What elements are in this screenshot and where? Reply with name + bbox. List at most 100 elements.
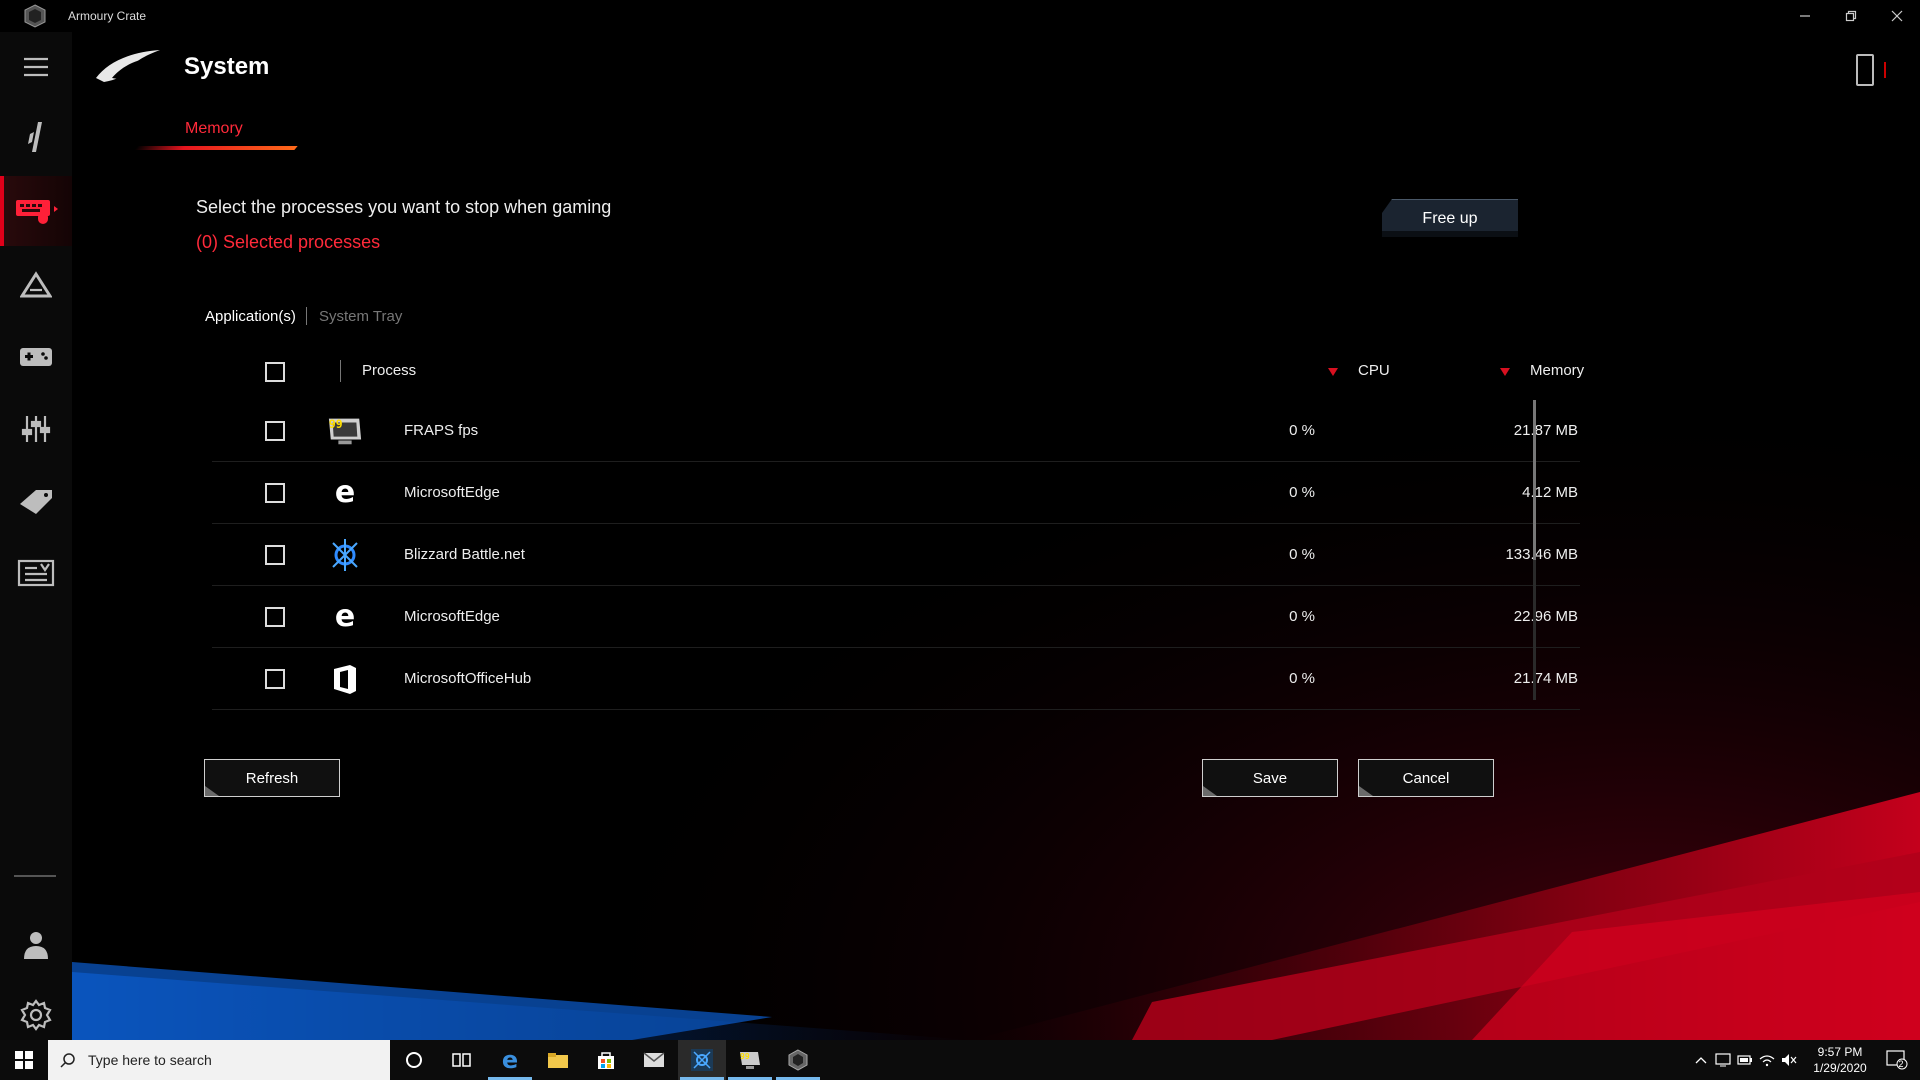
nav-user[interactable] <box>0 910 72 980</box>
subtab-divider <box>306 307 307 325</box>
device-indicator <box>1884 62 1886 78</box>
search-placeholder: Type here to search <box>88 1052 212 1068</box>
row-checkbox[interactable] <box>265 545 285 565</box>
taskbar-store[interactable] <box>582 1040 630 1080</box>
keyboard-icon <box>16 200 58 224</box>
process-memory: 21.87 MB <box>1513 422 1578 439</box>
nav-news[interactable] <box>0 538 72 608</box>
taskbar-fraps[interactable]: 99 <box>726 1040 774 1080</box>
restore-button[interactable] <box>1828 0 1874 32</box>
tray-volume[interactable] <box>1778 1040 1800 1080</box>
minimize-button[interactable] <box>1782 0 1828 32</box>
newspaper-icon <box>17 559 55 587</box>
cancel-button[interactable]: Cancel <box>1358 759 1494 797</box>
device-icon[interactable] <box>1856 54 1874 86</box>
title-bar: Armoury Crate <box>0 0 1920 32</box>
subtab-applications[interactable]: Application(s) <box>205 308 296 325</box>
taskbar-battlenet[interactable] <box>678 1040 726 1080</box>
battery-icon <box>1737 1055 1752 1065</box>
taskbar-file-explorer[interactable] <box>534 1040 582 1080</box>
subtab-system-tray[interactable]: System Tray <box>319 308 402 325</box>
process-memory: 4.12 MB <box>1522 484 1578 501</box>
row-checkbox[interactable] <box>265 607 285 627</box>
nav-deals[interactable] <box>0 466 72 536</box>
row-checkbox[interactable] <box>265 669 285 689</box>
scrollbar-thumb[interactable] <box>1533 400 1536 560</box>
nav-system[interactable] <box>0 176 72 246</box>
speaker-muted-icon <box>1782 1054 1797 1066</box>
process-cpu: 0 % <box>1289 546 1315 563</box>
free-up-button[interactable]: Free up <box>1382 199 1518 237</box>
refresh-button[interactable]: Refresh <box>204 759 340 797</box>
process-name: FRAPS fps <box>404 422 479 439</box>
table-row[interactable]: e MicrosoftEdge 0 % 22.96 MB <box>212 586 1580 648</box>
row-checkbox[interactable] <box>265 483 285 503</box>
column-header-process[interactable]: Process <box>362 362 416 379</box>
nav-game-visual[interactable] <box>0 394 72 464</box>
table-row[interactable]: MicrosoftOfficeHub 0 % 21.74 MB <box>212 648 1580 710</box>
process-name: MicrosoftOfficeHub <box>404 670 532 687</box>
column-header-cpu[interactable]: CPU <box>1358 362 1390 379</box>
selected-count: (0) Selected processes <box>196 232 381 252</box>
cortana-button[interactable] <box>390 1040 438 1080</box>
column-header-memory[interactable]: Memory <box>1530 362 1584 379</box>
task-view-icon <box>452 1053 471 1067</box>
armoury-crate-icon <box>788 1049 808 1071</box>
triangle-icon <box>20 271 52 298</box>
svg-text:99: 99 <box>740 1052 750 1061</box>
nav-devices[interactable] <box>0 322 72 392</box>
menu-button[interactable] <box>0 32 72 102</box>
edge-icon: e <box>501 1046 519 1074</box>
nav-aura[interactable] <box>0 250 72 320</box>
edge-icon: e <box>334 475 356 510</box>
system-tray: 9:57 PM 1/29/2020 2 <box>1690 1040 1920 1080</box>
monitor-icon <box>1715 1053 1731 1067</box>
tray-app-1[interactable] <box>1712 1040 1734 1080</box>
tray-battery[interactable] <box>1734 1040 1756 1080</box>
header-divider <box>340 360 341 382</box>
device-bar-icon <box>28 122 42 152</box>
close-button[interactable] <box>1874 0 1920 32</box>
taskbar-search-box[interactable]: Type here to search <box>48 1040 390 1080</box>
clock-time: 9:57 PM <box>1817 1045 1863 1059</box>
process-name: MicrosoftEdge <box>404 484 500 501</box>
battlenet-icon <box>691 1049 713 1071</box>
user-icon <box>24 932 48 959</box>
gear-icon <box>20 999 52 1031</box>
instruction-text: Select the processes you want to stop wh… <box>196 197 612 217</box>
table-row[interactable]: 99 FRAPS fps 0 % 21.87 MB <box>212 400 1580 462</box>
taskbar: Type here to search e 99 9:57 PM 1/29/20… <box>0 1040 1920 1080</box>
taskbar-clock[interactable]: 9:57 PM 1/29/2020 <box>1800 1044 1880 1076</box>
tab-memory[interactable]: Memory <box>185 120 243 138</box>
table-row[interactable]: Blizzard Battle.net 0 % 133.46 MB <box>212 524 1580 586</box>
taskbar-armoury-crate[interactable] <box>774 1040 822 1080</box>
action-center-button[interactable]: 2 <box>1880 1050 1920 1070</box>
process-name: MicrosoftEdge <box>404 608 500 625</box>
row-checkbox[interactable] <box>265 421 285 441</box>
page-title: System <box>184 53 270 80</box>
page-header: System <box>72 32 1920 102</box>
process-cpu: 0 % <box>1289 484 1315 501</box>
select-all-checkbox[interactable] <box>265 362 285 382</box>
wifi-icon <box>1759 1055 1775 1067</box>
table-row[interactable]: e MicrosoftEdge 0 % 4.12 MB <box>212 462 1580 524</box>
rail-separator <box>14 875 56 877</box>
process-cpu: 0 % <box>1289 608 1315 625</box>
window-title: Armoury Crate <box>68 9 147 23</box>
task-view-button[interactable] <box>438 1040 486 1080</box>
sort-cpu-icon[interactable] <box>1328 368 1338 376</box>
rog-logo-icon <box>96 50 160 82</box>
tray-network[interactable] <box>1756 1040 1778 1080</box>
tray-show-hidden[interactable] <box>1690 1040 1712 1080</box>
notification-count: 2 <box>1898 1059 1904 1069</box>
start-button[interactable] <box>0 1040 48 1080</box>
sort-memory-icon[interactable] <box>1500 368 1510 376</box>
taskbar-mail[interactable] <box>630 1040 678 1080</box>
save-button[interactable]: Save <box>1202 759 1338 797</box>
search-icon <box>60 1053 75 1068</box>
table-header: Process CPU Memory <box>212 350 1592 394</box>
taskbar-edge[interactable]: e <box>486 1040 534 1080</box>
armoury-crate-logo-icon <box>24 4 46 28</box>
process-memory: 21.74 MB <box>1513 670 1578 687</box>
nav-home[interactable] <box>0 102 72 172</box>
